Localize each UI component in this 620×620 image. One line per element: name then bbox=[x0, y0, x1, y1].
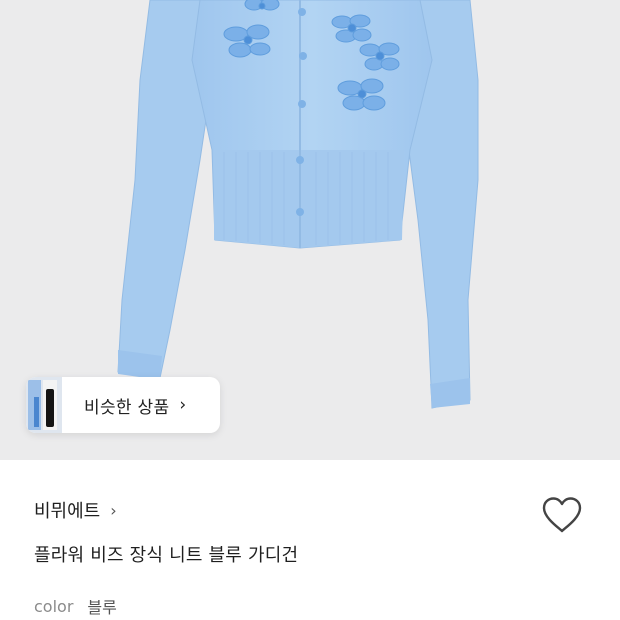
heart-outline-icon bbox=[542, 497, 582, 533]
product-image[interactable]: 비슷한 상품 › bbox=[0, 0, 620, 460]
chevron-right-icon: › bbox=[179, 395, 187, 415]
option-label: color bbox=[34, 596, 74, 616]
color-option: color 블루 bbox=[34, 594, 117, 618]
option-value: 블루 bbox=[87, 598, 117, 617]
similar-products-thumbnail bbox=[26, 377, 62, 433]
chevron-right-icon: › bbox=[110, 500, 117, 520]
brand-name: 비뮈에트 bbox=[34, 501, 101, 522]
like-button[interactable] bbox=[538, 493, 586, 537]
similar-products-button[interactable]: 비슷한 상품 › bbox=[26, 377, 220, 433]
similar-products-label: 비슷한 상품 bbox=[84, 397, 170, 418]
product-title: 플라워 비즈 장식 니트 블루 가디건 bbox=[34, 545, 299, 566]
brand-link[interactable]: 비뮈에트 › bbox=[34, 497, 117, 523]
